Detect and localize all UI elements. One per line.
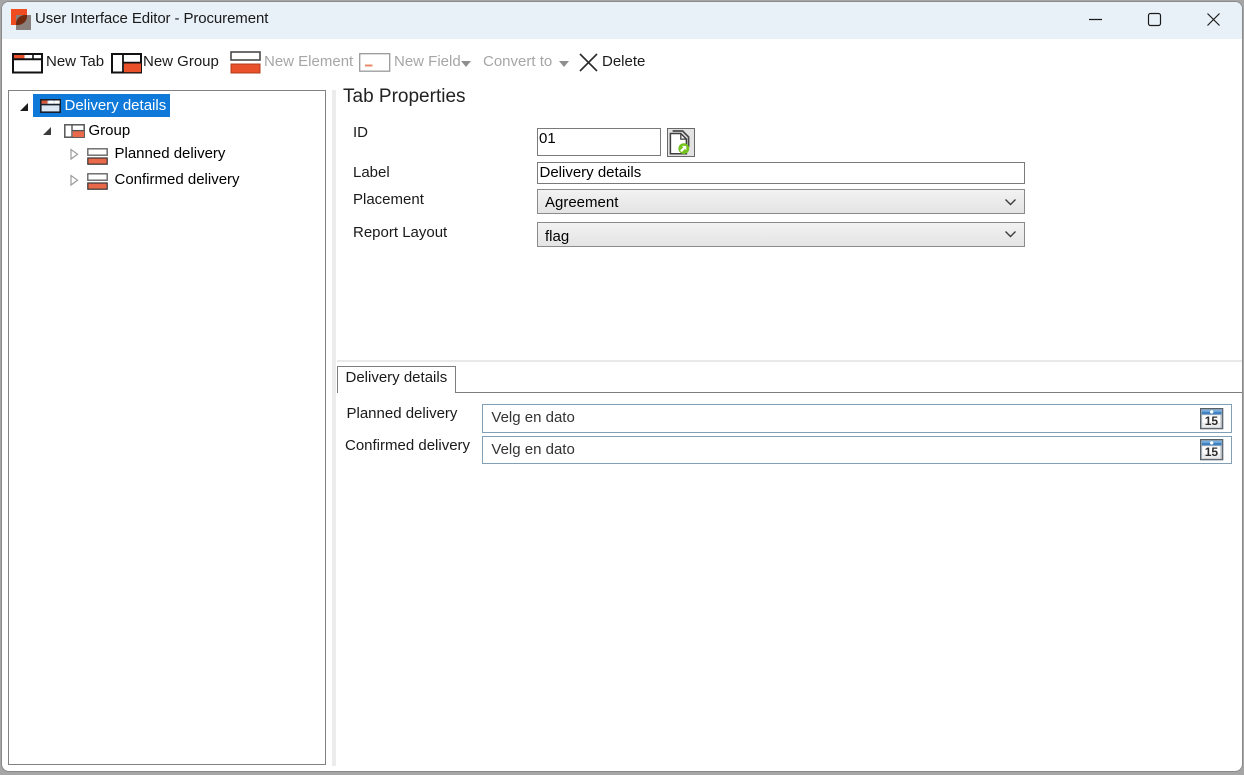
svg-text:15: 15 xyxy=(1205,415,1219,429)
svg-text:15: 15 xyxy=(1205,446,1219,460)
